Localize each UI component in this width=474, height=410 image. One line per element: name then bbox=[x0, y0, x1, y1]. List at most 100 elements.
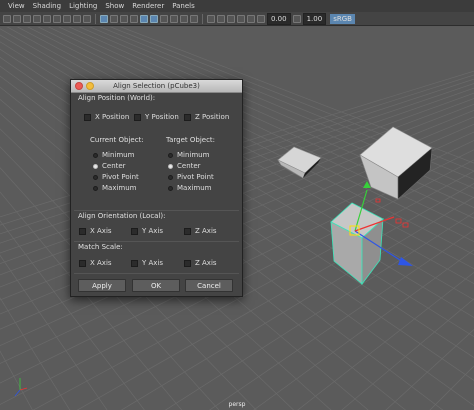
x-position-option[interactable]: X Position bbox=[84, 113, 129, 121]
z-position-option[interactable]: Z Position bbox=[184, 113, 229, 121]
toolbar-divider bbox=[202, 13, 203, 24]
current-maximum-radio[interactable] bbox=[93, 185, 98, 191]
current-minimum-radio[interactable] bbox=[93, 152, 98, 158]
menu-shading[interactable]: Shading bbox=[29, 2, 65, 10]
image-plane-icon[interactable] bbox=[33, 14, 41, 23]
scale-x-option[interactable]: X Axis bbox=[79, 259, 112, 267]
scale-y-option[interactable]: Y Axis bbox=[131, 259, 163, 267]
menu-view[interactable]: View bbox=[0, 2, 29, 10]
current-minimum-label: Minimum bbox=[102, 151, 135, 159]
menu-bar: View Shading Lighting Show Renderer Pane… bbox=[0, 0, 474, 12]
align-position-heading: Align Position (World): bbox=[78, 94, 156, 102]
z-position-checkbox[interactable] bbox=[184, 113, 191, 121]
grid-line bbox=[0, 350, 33, 410]
target-pivot-radio[interactable] bbox=[168, 174, 173, 180]
current-minimum-option[interactable]: Minimum bbox=[93, 151, 134, 159]
use-all-lights-icon[interactable] bbox=[140, 14, 148, 23]
wireframe-icon[interactable] bbox=[100, 14, 108, 23]
section-divider bbox=[74, 273, 239, 274]
field-chart-icon[interactable] bbox=[83, 14, 91, 23]
exposure-icon[interactable] bbox=[257, 14, 265, 23]
film-gate-icon[interactable] bbox=[53, 14, 61, 23]
isolate-select-icon[interactable] bbox=[207, 14, 215, 23]
orient-x-label: X Axis bbox=[90, 227, 112, 235]
current-pivot-radio[interactable] bbox=[93, 174, 98, 180]
toolbar-divider bbox=[95, 13, 96, 24]
current-pivot-label: Pivot Point bbox=[102, 173, 139, 181]
wireframe-on-shaded-icon[interactable] bbox=[120, 14, 128, 23]
cube-large[interactable] bbox=[359, 126, 433, 200]
screen-space-ao-icon[interactable] bbox=[160, 14, 168, 23]
gamma-icon[interactable] bbox=[292, 14, 301, 23]
smooth-shade-icon[interactable] bbox=[110, 14, 118, 23]
orient-y-label: Y Axis bbox=[142, 227, 164, 235]
display-settings-icon[interactable] bbox=[247, 14, 255, 23]
scale-z-checkbox[interactable] bbox=[184, 259, 191, 267]
xray-joints-icon[interactable] bbox=[227, 14, 235, 23]
resolution-gate-icon[interactable] bbox=[63, 14, 71, 23]
y-position-option[interactable]: Y Position bbox=[134, 113, 179, 121]
cancel-button[interactable]: Cancel bbox=[185, 279, 233, 292]
current-maximum-option[interactable]: Maximum bbox=[93, 184, 137, 192]
dialog-title: Align Selection (pCube3) bbox=[113, 82, 200, 90]
orient-y-option[interactable]: Y Axis bbox=[131, 227, 163, 235]
orient-y-checkbox[interactable] bbox=[131, 227, 138, 235]
target-pivot-option[interactable]: Pivot Point bbox=[168, 173, 214, 181]
orient-z-checkbox[interactable] bbox=[184, 227, 191, 235]
target-minimum-label: Minimum bbox=[177, 151, 210, 159]
camera-label: persp bbox=[228, 401, 246, 408]
target-maximum-option[interactable]: Maximum bbox=[168, 184, 212, 192]
textured-icon[interactable] bbox=[130, 14, 138, 23]
x-position-label: X Position bbox=[95, 113, 130, 121]
anti-aliasing-icon[interactable] bbox=[180, 14, 188, 23]
orient-x-checkbox[interactable] bbox=[79, 227, 86, 235]
target-pivot-label: Pivot Point bbox=[177, 173, 214, 181]
align-selection-dialog: Align Selection (pCube3) Align Position … bbox=[70, 79, 243, 297]
bookmark-icon[interactable] bbox=[23, 14, 31, 23]
current-center-option[interactable]: Center bbox=[93, 162, 126, 170]
gate-mask-icon[interactable] bbox=[73, 14, 81, 23]
gamma-field[interactable]: 1.00 bbox=[302, 12, 327, 25]
target-minimum-radio[interactable] bbox=[168, 152, 173, 158]
grid-toggle-icon[interactable] bbox=[43, 14, 51, 23]
shadows-icon[interactable] bbox=[150, 14, 158, 23]
xray-components-icon[interactable] bbox=[237, 14, 245, 23]
color-space-button[interactable]: sRGB bbox=[330, 13, 355, 24]
minimize-icon[interactable] bbox=[86, 82, 94, 90]
align-orientation-heading: Align Orientation (Local): bbox=[78, 212, 166, 220]
current-object-heading: Current Object: bbox=[90, 136, 144, 144]
dialog-title-bar: Align Selection (pCube3) bbox=[71, 80, 242, 93]
target-maximum-label: Maximum bbox=[177, 184, 212, 192]
xray-icon[interactable] bbox=[217, 14, 225, 23]
exposure-field[interactable]: 0.00 bbox=[267, 12, 291, 25]
y-position-checkbox[interactable] bbox=[134, 113, 141, 121]
current-pivot-option[interactable]: Pivot Point bbox=[93, 173, 139, 181]
menu-lighting[interactable]: Lighting bbox=[65, 2, 101, 10]
target-maximum-radio[interactable] bbox=[168, 185, 173, 191]
x-position-checkbox[interactable] bbox=[84, 113, 91, 121]
menu-show[interactable]: Show bbox=[101, 2, 128, 10]
target-minimum-option[interactable]: Minimum bbox=[168, 151, 209, 159]
y-position-label: Y Position bbox=[145, 113, 179, 121]
target-center-option[interactable]: Center bbox=[168, 162, 201, 170]
menu-renderer[interactable]: Renderer bbox=[128, 2, 168, 10]
apply-button[interactable]: Apply bbox=[78, 279, 126, 292]
camera-attributes-icon[interactable] bbox=[13, 14, 21, 23]
section-divider bbox=[74, 210, 239, 211]
ok-button[interactable]: OK bbox=[132, 279, 180, 292]
target-center-radio[interactable] bbox=[168, 163, 173, 169]
match-scale-heading: Match Scale: bbox=[78, 243, 123, 251]
scale-x-checkbox[interactable] bbox=[79, 259, 86, 267]
camera-select-icon[interactable] bbox=[3, 14, 11, 23]
motion-blur-icon[interactable] bbox=[170, 14, 178, 23]
scale-z-option[interactable]: Z Axis bbox=[184, 259, 217, 267]
target-object-heading: Target Object: bbox=[166, 136, 216, 144]
orient-x-option[interactable]: X Axis bbox=[79, 227, 112, 235]
orient-z-option[interactable]: Z Axis bbox=[184, 227, 217, 235]
close-icon[interactable] bbox=[75, 82, 83, 90]
scale-y-checkbox[interactable] bbox=[131, 259, 138, 267]
depth-of-field-icon[interactable] bbox=[190, 14, 198, 23]
menu-panels[interactable]: Panels bbox=[168, 2, 199, 10]
current-center-radio[interactable] bbox=[93, 163, 98, 169]
z-position-label: Z Position bbox=[195, 113, 230, 121]
